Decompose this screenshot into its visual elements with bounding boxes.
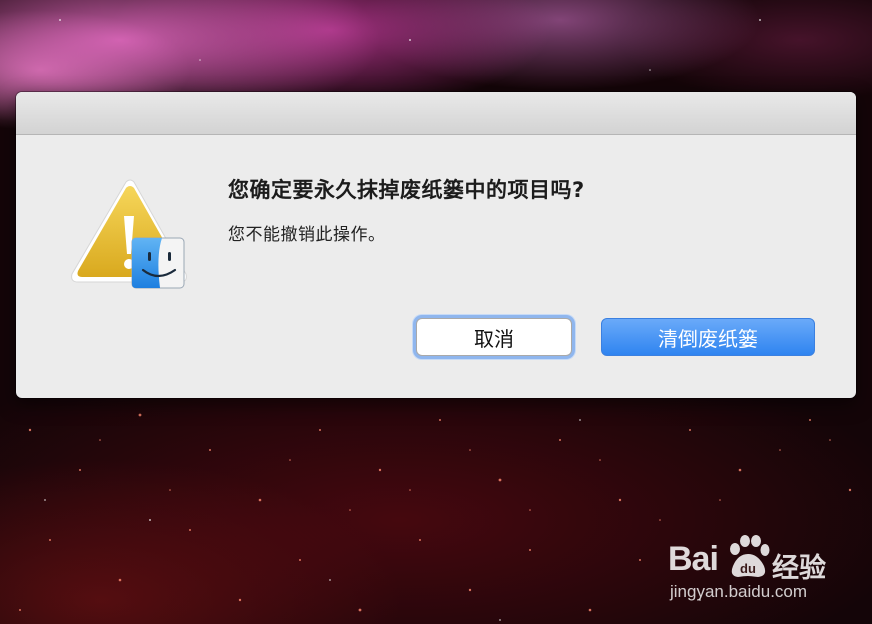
watermark-brand-suffix: 经验 xyxy=(772,553,826,583)
desktop-background: 您确定要永久抹掉废纸篓中的项目吗? 您不能撤销此操作。 取消 清倒废纸篓 Bai… xyxy=(0,0,872,624)
empty-trash-alert-dialog: 您确定要永久抹掉废纸篓中的项目吗? 您不能撤销此操作。 取消 清倒废纸篓 xyxy=(16,92,856,398)
watermark-brand-prefix: Bai xyxy=(668,540,719,578)
alert-message: 您不能撤销此操作。 xyxy=(228,225,386,245)
svg-text:du: du xyxy=(740,561,756,576)
dialog-titlebar xyxy=(16,92,856,135)
caution-finder-icon xyxy=(71,179,187,289)
cancel-button[interactable]: 取消 xyxy=(416,318,572,356)
empty-trash-button[interactable]: 清倒废纸篓 xyxy=(601,318,815,356)
alert-heading: 您确定要永久抹掉废纸篓中的项目吗? xyxy=(228,178,585,202)
watermark-url: jingyan.baidu.com xyxy=(670,582,808,601)
baidu-paw-icon: du xyxy=(730,535,770,577)
baidu-jingyan-watermark: Bai du 经验 jingyan.baidu.com xyxy=(668,530,848,610)
